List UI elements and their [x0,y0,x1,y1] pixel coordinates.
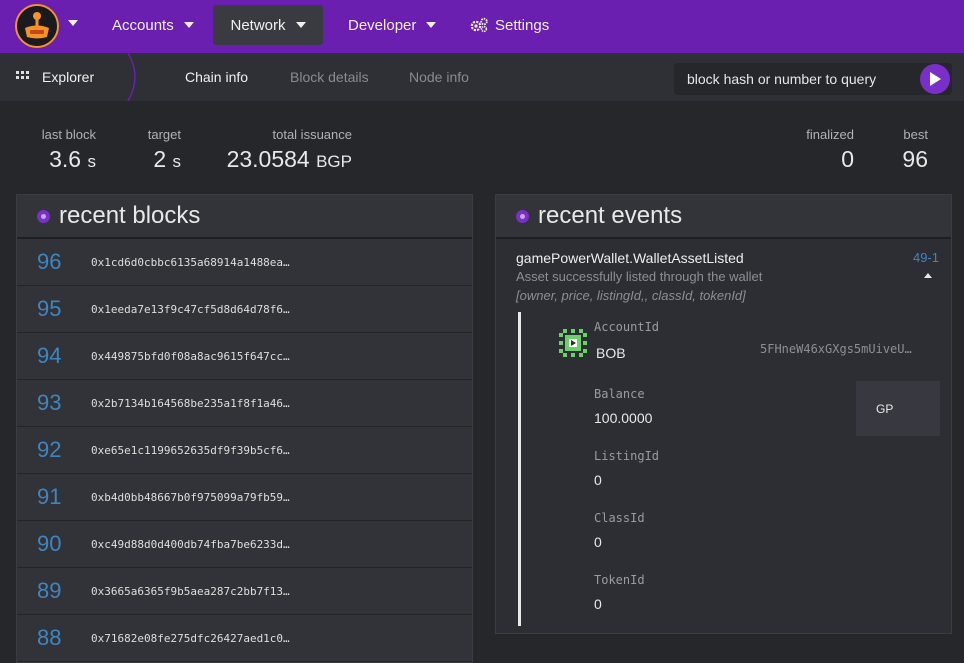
block-number[interactable]: 94 [17,343,91,369]
identicon-icon[interactable] [559,329,587,357]
nav-network[interactable]: Network [213,5,323,45]
param-balance-label: Balance [594,387,645,401]
nav-settings-label: Settings [495,16,550,34]
sub-nav: Explorer Chain info Block details Node i… [0,53,964,101]
stat-total-issuance-label: total issuance [272,127,353,142]
param-token-label: TokenId [594,573,645,587]
stat-target-value: 2 s [153,146,181,172]
block-row[interactable]: 96 0x1cd6d0cbbc6135a68914a1488ea… [17,239,472,286]
event-description: Asset successfully listed through the wa… [516,269,763,284]
param-token-value: 0 [594,596,602,612]
block-row[interactable]: 93 0x2b7134b164568be235a1f8f1a46… [17,380,472,427]
block-hash: 0x1eeda7e13f9c47cf5d8d64d78f6… [91,302,290,316]
block-row[interactable]: 88 0x71682e08fe275dfc26427aed1c0… [17,615,472,662]
nav-accounts[interactable]: Accounts [100,5,206,45]
apps-grid-icon [16,71,29,79]
event-id-link[interactable]: 49-1 [913,250,939,265]
tab-chain-info[interactable]: Chain info [185,53,248,101]
block-hash: 0x71682e08fe275dfc26427aed1c0… [91,631,290,645]
block-row[interactable]: 95 0x1eeda7e13f9c47cf5d8d64d78f6… [17,286,472,333]
block-number[interactable]: 95 [17,296,91,322]
stat-finalized-label: finalized [806,127,854,142]
tab-block-details[interactable]: Block details [290,53,369,101]
stat-last-block-label: last block [41,127,96,142]
event-args: [owner, price, listingId,, classId, toke… [516,288,746,303]
stat-last-block: last block 3.6 s [30,127,96,173]
recent-events-title: recent events [538,202,683,229]
block-hash: 0x449875bfd0f08a8ac9615f647cc… [91,349,290,363]
block-number[interactable]: 88 [17,625,91,651]
tab-node-info[interactable]: Node info [409,53,469,101]
app-logo[interactable] [15,4,59,48]
param-class-label: ClassId [594,511,645,525]
block-list: 96 0x1cd6d0cbbc6135a68914a1488ea… 95 0x1eed… [17,239,472,662]
nav-accounts-label: Accounts [112,16,174,34]
recent-events-panel: recent events gamePowerWallet.WalletAsse… [495,194,952,634]
section-divider [127,53,136,101]
explorer-label: Explorer [42,69,95,85]
param-listing-value: 0 [594,472,602,488]
gamepower-logo-icon [17,6,57,46]
balance-unit: GP [856,381,940,436]
block-query-input[interactable] [674,63,914,95]
chevron-down-icon[interactable] [68,20,78,26]
block-number[interactable]: 96 [17,249,91,275]
block-number[interactable]: 93 [17,390,91,416]
bullet-icon [37,209,50,223]
block-hash: 0xb4d0bb48667b0f975099a79fb59… [91,490,290,504]
param-account-label: AccountId [594,320,660,334]
block-number[interactable]: 90 [17,531,91,557]
stat-total-issuance-value: 23.0584 BGP [226,146,352,172]
stat-target: target 2 s [136,127,181,173]
block-row[interactable]: 91 0xb4d0bb48667b0f975099a79fb59… [17,474,472,521]
stat-total-issuance: total issuance 23.0584 BGP [226,127,352,173]
stat-best-value: 96 [902,146,928,172]
stat-best: best 96 [880,127,928,173]
stat-finalized-value: 0 [841,146,854,172]
nav-network-label: Network [230,16,286,34]
block-number[interactable]: 92 [17,437,91,463]
stat-best-label: best [903,127,928,142]
event-params-border [518,312,521,626]
stat-last-block-value: 3.6 s [49,146,96,172]
block-row[interactable]: 90 0xc49d88d0d400db74fba7be6233d… [17,521,472,568]
block-hash: 0x2b7134b164568be235a1f8f1a46… [91,396,290,410]
recent-blocks-header: recent blocks [17,195,472,239]
block-row[interactable]: 89 0x3665a6365f9b5aea287c2bb7f13… [17,568,472,615]
bullet-icon [516,209,529,223]
gears-icon [470,17,488,33]
block-hash: 0x3665a6365f9b5aea287c2bb7f13… [91,584,290,598]
recent-blocks-title: recent blocks [59,202,201,229]
block-hash: 0xe65e1c1199652635df9f39b5cf6… [91,443,290,457]
block-hash: 0xc49d88d0d400db74fba7be6233d… [91,537,290,551]
chevron-down-icon [295,22,306,28]
param-account-address[interactable]: 5FHneW46xGXgs5mUiveU… [760,342,912,356]
block-hash: 0x1cd6d0cbbc6135a68914a1488ea… [91,255,290,269]
nav-settings[interactable]: Settings [457,5,561,45]
query-submit-button[interactable] [920,64,950,94]
block-query [674,63,952,95]
chevron-down-icon [183,22,194,28]
event-name: gamePowerWallet.WalletAssetListed [516,250,744,266]
nav-developer-label: Developer [348,16,417,34]
stat-target-label: target [147,127,181,142]
block-row[interactable]: 92 0xe65e1c1199652635df9f39b5cf6… [17,427,472,474]
nav-developer[interactable]: Developer [336,5,448,45]
stat-finalized: finalized 0 [790,127,854,173]
block-row[interactable]: 94 0x449875bfd0f08a8ac9615f647cc… [17,333,472,380]
chevron-down-icon [426,22,437,28]
recent-events-header: recent events [496,195,951,239]
param-class-value: 0 [594,534,602,550]
explorer-section[interactable]: Explorer [16,53,94,101]
block-number[interactable]: 89 [17,578,91,604]
collapse-icon[interactable] [924,273,932,278]
top-nav: Accounts Network Developer Settings [0,0,964,53]
recent-blocks-panel: recent blocks 96 0x1cd6d0cbbc6135a68914a1… [16,194,473,663]
block-number[interactable]: 91 [17,484,91,510]
play-icon [930,72,941,86]
param-account-name: BOB [596,345,626,361]
param-balance-value: 100.0000 [594,410,653,426]
param-listing-label: ListingId [594,449,660,463]
